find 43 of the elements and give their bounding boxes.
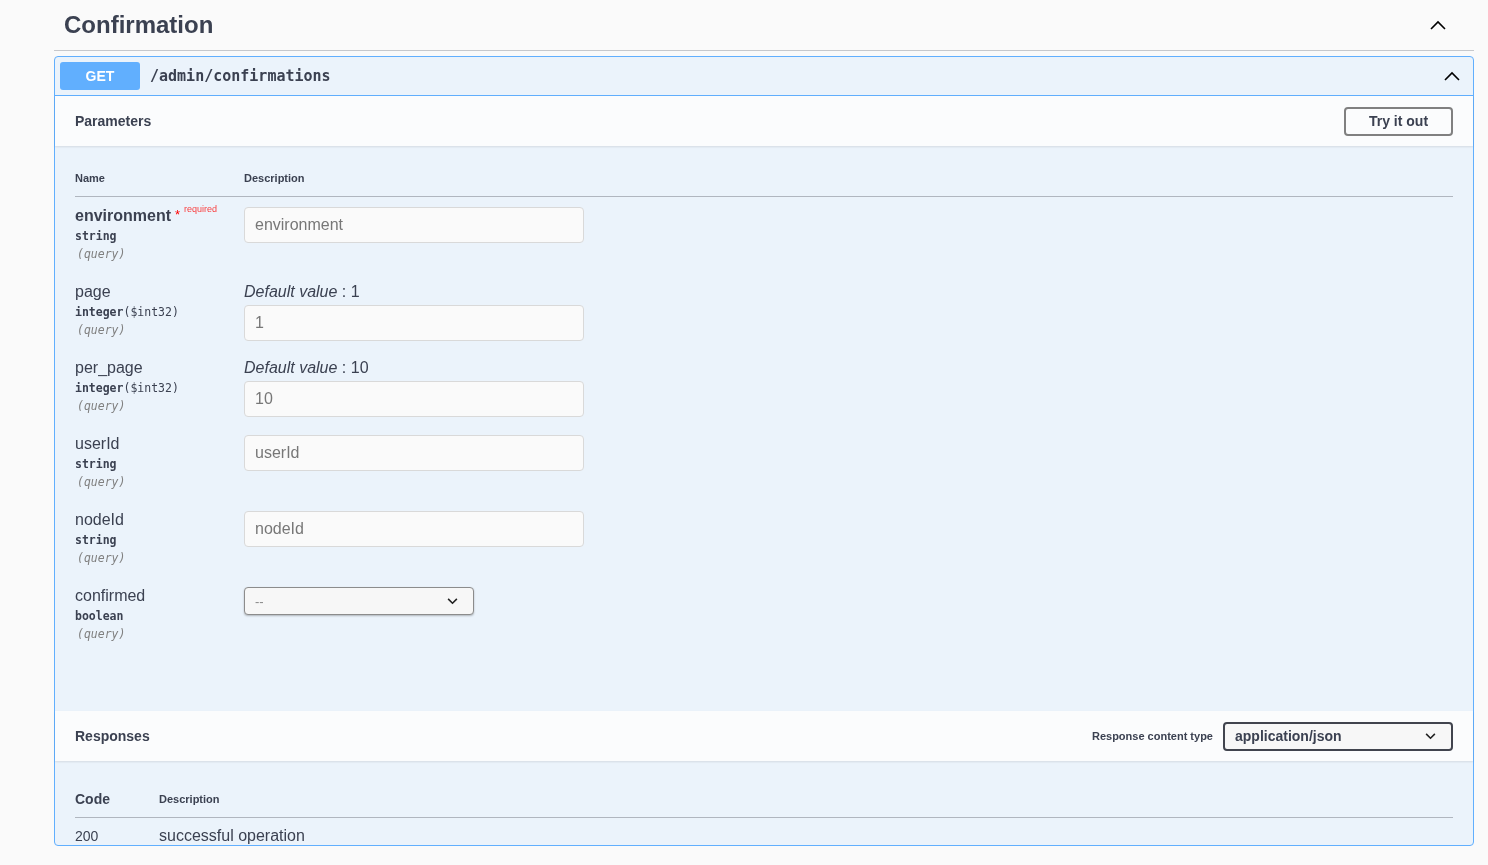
input-field[interactable]: nodeId	[244, 511, 584, 547]
try-it-out-button[interactable]: Try it out	[1344, 106, 1453, 136]
input-field[interactable]: 1	[244, 305, 584, 341]
content-type-dropdown[interactable]: application/json	[1223, 721, 1453, 751]
input-field[interactable]: environment	[244, 207, 584, 243]
parameters-title: Parameters	[75, 113, 153, 129]
caret-icon	[447, 597, 458, 605]
response-code: 200	[75, 828, 100, 844]
column-header: Name	[75, 172, 106, 184]
parameter-name: environment	[75, 207, 171, 225]
default-value: Default value : 10	[244, 359, 370, 377]
parameter-type: integer($int32)	[75, 381, 180, 395]
input-field[interactable]: 10	[244, 381, 584, 417]
parameter-location: (query)	[77, 323, 127, 337]
parameter-name: nodeId	[75, 511, 124, 529]
column-header: Code	[75, 791, 111, 807]
parameter-location: (query)	[77, 475, 127, 489]
required-asterisk: *	[175, 207, 181, 222]
parameter-location: (query)	[77, 399, 127, 413]
caret-icon	[1425, 732, 1436, 740]
input-field[interactable]: userId	[244, 435, 584, 471]
parameter-type: string	[75, 457, 118, 471]
method-badge: GET	[60, 62, 140, 90]
parameter-location: (query)	[77, 247, 127, 261]
parameter-type: boolean	[75, 609, 125, 623]
parameter-type: string	[75, 533, 118, 547]
endpoint-path: /admin/confirmations	[150, 67, 332, 85]
required-label: required	[184, 204, 218, 214]
content-type-label: Response content type	[1091, 730, 1213, 742]
parameter-location: (query)	[77, 627, 127, 641]
parameter-name: userId	[75, 435, 120, 453]
parameter-name: confirmed	[75, 587, 146, 605]
parameter-type: integer($int32)	[75, 305, 180, 319]
response-description: successful operation	[159, 827, 305, 845]
parameter-name: per_page	[75, 359, 143, 377]
default-value: Default value : 1	[244, 283, 361, 301]
parameter-name: page	[75, 283, 111, 301]
parameter-type: string	[75, 229, 118, 243]
section-title[interactable]: Confirmation	[64, 11, 214, 39]
parameter-location: (query)	[77, 551, 127, 565]
column-header: Description	[159, 793, 220, 805]
responses-title: Responses	[75, 728, 151, 744]
column-header: Description	[244, 172, 305, 184]
